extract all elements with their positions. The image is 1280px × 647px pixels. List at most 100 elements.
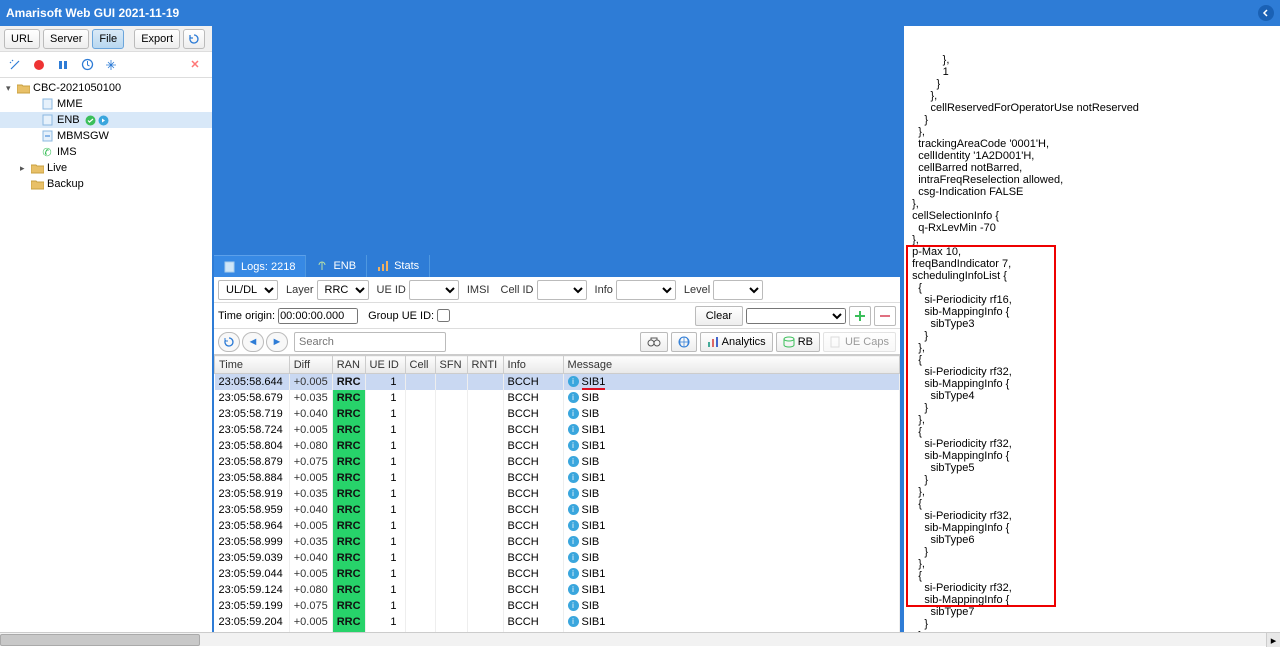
tree-item-ims[interactable]: ✆ IMS bbox=[0, 144, 212, 160]
info-icon: i bbox=[568, 536, 579, 547]
globe-button[interactable] bbox=[671, 332, 697, 352]
status-ok-icon bbox=[85, 115, 96, 126]
rb-button[interactable]: RB bbox=[776, 332, 820, 352]
tab-enb[interactable]: ENB bbox=[306, 255, 367, 277]
log-row[interactable]: 23:05:59.039+0.040RRC1BCCHiSIB bbox=[215, 550, 900, 566]
tree-item-mbmsgw[interactable]: MBMSGW bbox=[0, 128, 212, 144]
clear-button[interactable]: Clear bbox=[695, 306, 743, 326]
detail-pane[interactable]: }, 1 } }, cellReservedForOperatorUse not… bbox=[904, 26, 1280, 632]
tab-logs[interactable]: Logs: 2218 bbox=[214, 255, 306, 277]
clear-target-select[interactable] bbox=[746, 308, 846, 324]
tree-item-enb[interactable]: ENB bbox=[0, 112, 212, 128]
horizontal-scrollbar[interactable]: ▸ bbox=[0, 632, 1280, 646]
search-bar: ◄ ► Analytics RB UE Caps bbox=[214, 329, 900, 355]
info-label: Info bbox=[595, 284, 613, 296]
top-tabs: Logs: 2218 ENB Stats bbox=[214, 26, 900, 277]
nav-next-button[interactable]: ► bbox=[266, 332, 288, 352]
close-icon[interactable]: ✕ bbox=[184, 55, 206, 75]
stop-record-icon[interactable] bbox=[28, 55, 50, 75]
collapse-sidebar-button[interactable] bbox=[1258, 5, 1274, 21]
scroll-thumb[interactable] bbox=[0, 634, 200, 646]
nav-refresh-button[interactable] bbox=[218, 332, 240, 352]
col-cell[interactable]: Cell bbox=[405, 356, 435, 374]
pause-icon[interactable] bbox=[52, 55, 74, 75]
db-icon bbox=[783, 336, 795, 348]
info-icon: i bbox=[568, 408, 579, 419]
detail-text: }, 1 } }, cellReservedForOperatorUse not… bbox=[906, 54, 1278, 632]
phone-icon: ✆ bbox=[40, 146, 54, 158]
log-row[interactable]: 23:05:59.044+0.005RRC1BCCHiSIB1 bbox=[215, 566, 900, 582]
col-diff[interactable]: Diff bbox=[289, 356, 332, 374]
log-row[interactable]: 23:05:59.204+0.005RRC1BCCHiSIB1 bbox=[215, 614, 900, 630]
remove-button[interactable] bbox=[874, 306, 896, 326]
chart-icon bbox=[377, 260, 389, 272]
doc-icon bbox=[224, 261, 236, 273]
log-table-container[interactable]: TimeDiffRANUE IDCellSFNRNTIInfoMessage 2… bbox=[214, 355, 900, 632]
mode-server-button[interactable]: Server bbox=[43, 29, 89, 49]
info-icon: i bbox=[568, 456, 579, 467]
col-sfn[interactable]: SFN bbox=[435, 356, 467, 374]
group-ueid-checkbox[interactable] bbox=[437, 309, 450, 322]
log-row[interactable]: 23:05:58.964+0.005RRC1BCCHiSIB1 bbox=[215, 518, 900, 534]
log-row[interactable]: 23:05:58.884+0.005RRC1BCCHiSIB1 bbox=[215, 470, 900, 486]
app-title: Amarisoft Web GUI 2021-11-19 bbox=[6, 6, 179, 20]
col-ran[interactable]: RAN bbox=[332, 356, 365, 374]
log-row[interactable]: 23:05:59.124+0.080RRC1BCCHiSIB1 bbox=[215, 582, 900, 598]
info-icon: i bbox=[568, 392, 579, 403]
tree-root[interactable]: ▾ CBC-2021050100 bbox=[0, 80, 212, 96]
layer-select[interactable]: RRC bbox=[317, 280, 369, 300]
uecaps-button: UE Caps bbox=[823, 332, 896, 352]
info-select[interactable] bbox=[616, 280, 676, 300]
info-icon: i bbox=[568, 440, 579, 451]
search-input[interactable] bbox=[294, 332, 446, 352]
nav-prev-button[interactable]: ◄ bbox=[242, 332, 264, 352]
mode-file-button[interactable]: File bbox=[92, 29, 124, 49]
tab-stats[interactable]: Stats bbox=[367, 255, 430, 277]
col-info[interactable]: Info bbox=[503, 356, 563, 374]
log-row[interactable]: 23:05:58.679+0.035RRC1BCCHiSIB bbox=[215, 390, 900, 406]
info-icon: i bbox=[568, 504, 579, 515]
clock-icon[interactable] bbox=[76, 55, 98, 75]
sidebar-mode-toolbar: URL Server File Export bbox=[0, 26, 212, 52]
log-row[interactable]: 23:05:58.999+0.035RRC1BCCHiSIB bbox=[215, 534, 900, 550]
refresh-button[interactable] bbox=[183, 29, 205, 49]
log-row[interactable]: 23:05:58.919+0.035RRC1BCCHiSIB bbox=[215, 486, 900, 502]
cellid-label: Cell ID bbox=[501, 284, 534, 296]
uldl-select[interactable]: UL/DL bbox=[218, 280, 278, 300]
level-label: Level bbox=[684, 284, 710, 296]
add-button[interactable] bbox=[849, 306, 871, 326]
info-icon: i bbox=[568, 552, 579, 563]
ueid-select[interactable] bbox=[409, 280, 459, 300]
col-ueid[interactable]: UE ID bbox=[365, 356, 405, 374]
log-row[interactable]: 23:05:58.644+0.005RRC1BCCHiSIB1 bbox=[215, 374, 900, 390]
info-icon: i bbox=[568, 616, 579, 627]
col-rnti[interactable]: RNTI bbox=[467, 356, 503, 374]
scroll-right-arrow[interactable]: ▸ bbox=[1266, 633, 1280, 647]
binoculars-button[interactable] bbox=[640, 332, 668, 352]
sparkle-icon[interactable] bbox=[100, 55, 122, 75]
tree-backup[interactable]: ▸ Backup bbox=[0, 176, 212, 192]
log-row[interactable]: 23:05:58.879+0.075RRC1BCCHiSIB bbox=[215, 454, 900, 470]
analytics-button[interactable]: Analytics bbox=[700, 332, 773, 352]
cellid-select[interactable] bbox=[537, 280, 587, 300]
log-row[interactable]: 23:05:58.719+0.040RRC1BCCHiSIB bbox=[215, 406, 900, 422]
folder-icon bbox=[30, 162, 44, 174]
col-time[interactable]: Time bbox=[215, 356, 290, 374]
log-row[interactable]: 23:05:58.724+0.005RRC1BCCHiSIB1 bbox=[215, 422, 900, 438]
info-icon: i bbox=[568, 568, 579, 579]
origin-bar: Time origin: Group UE ID: Clear bbox=[214, 303, 900, 329]
level-select[interactable] bbox=[713, 280, 763, 300]
col-message[interactable]: Message bbox=[563, 356, 899, 374]
log-row[interactable]: 23:05:58.959+0.040RRC1BCCHiSIB bbox=[215, 502, 900, 518]
log-row[interactable]: 23:05:58.804+0.080RRC1BCCHiSIB1 bbox=[215, 438, 900, 454]
sidebar-icon-toolbar: ✕ bbox=[0, 52, 212, 78]
time-origin-input[interactable] bbox=[278, 308, 358, 324]
info-icon: i bbox=[568, 424, 579, 435]
info-icon: i bbox=[568, 600, 579, 611]
log-row[interactable]: 23:05:59.199+0.075RRC1BCCHiSIB bbox=[215, 598, 900, 614]
export-button[interactable]: Export bbox=[134, 29, 180, 49]
tree-item-mme[interactable]: MME bbox=[0, 96, 212, 112]
wand-icon[interactable] bbox=[4, 55, 26, 75]
tree-live[interactable]: ▸ Live bbox=[0, 160, 212, 176]
mode-url-button[interactable]: URL bbox=[4, 29, 40, 49]
